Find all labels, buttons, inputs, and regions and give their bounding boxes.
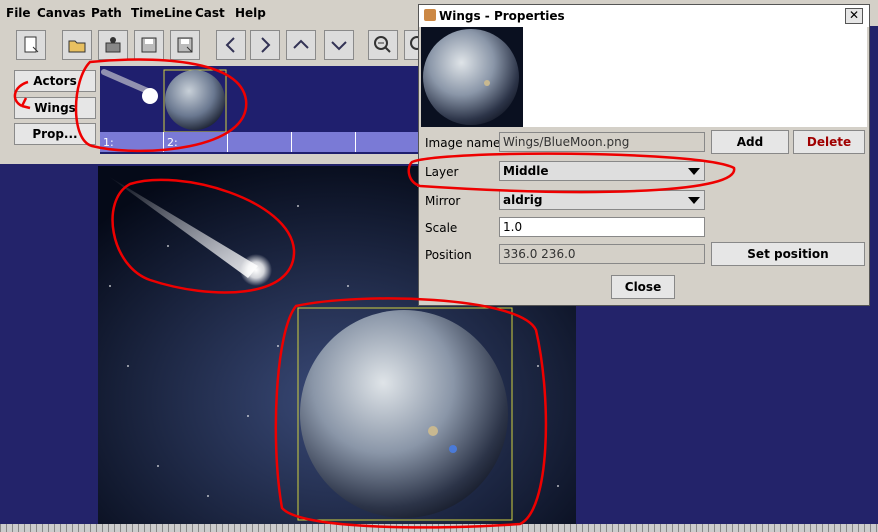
mirror-value: aldrig bbox=[503, 193, 543, 207]
close-button[interactable]: Close bbox=[611, 275, 675, 299]
scale-label: Scale bbox=[425, 221, 458, 235]
chevron-down-icon bbox=[688, 168, 700, 175]
new-icon[interactable] bbox=[16, 30, 46, 60]
chevron-down-icon bbox=[688, 197, 700, 204]
menu-timeline[interactable]: TimeLine bbox=[131, 6, 192, 20]
prop-button[interactable]: Prop... bbox=[14, 123, 96, 145]
add-button[interactable]: Add bbox=[711, 130, 789, 154]
properties-dialog: Wings - Properties ✕ Image name Wings/Bl… bbox=[418, 4, 870, 306]
save-as-icon[interactable] bbox=[170, 30, 200, 60]
zoom-out-icon[interactable] bbox=[368, 30, 398, 60]
close-icon[interactable]: ✕ bbox=[845, 8, 863, 24]
menu-file[interactable]: File bbox=[6, 6, 31, 20]
java-icon bbox=[424, 9, 436, 21]
scale-input[interactable]: 1.0 bbox=[499, 217, 705, 237]
set-position-button[interactable]: Set position bbox=[711, 242, 865, 266]
toolbar bbox=[0, 26, 421, 64]
mirror-select[interactable]: aldrig bbox=[499, 190, 705, 210]
image-preview bbox=[421, 27, 867, 127]
timeline-frame[interactable] bbox=[356, 132, 420, 152]
frame-thumbnails[interactable] bbox=[100, 66, 420, 133]
dialog-title: Wings - Properties bbox=[439, 9, 565, 23]
menu-canvas[interactable]: Canvas bbox=[37, 6, 86, 20]
delete-button[interactable]: Delete bbox=[793, 130, 865, 154]
actors-button[interactable]: Actors bbox=[14, 70, 96, 92]
up-icon[interactable] bbox=[286, 30, 316, 60]
position-label: Position bbox=[425, 248, 472, 262]
open-icon[interactable] bbox=[62, 30, 92, 60]
save-icon[interactable] bbox=[134, 30, 164, 60]
bottom-ruler bbox=[0, 524, 878, 532]
layer-value: Middle bbox=[503, 164, 549, 178]
dialog-titlebar[interactable]: Wings - Properties ✕ bbox=[419, 5, 869, 27]
back-icon[interactable] bbox=[216, 30, 246, 60]
image-name-field[interactable]: Wings/BlueMoon.png bbox=[499, 132, 705, 152]
timeline-frame-2[interactable]: 2: bbox=[164, 132, 228, 152]
layer-label: Layer bbox=[425, 165, 459, 179]
forward-icon[interactable] bbox=[250, 30, 280, 60]
timeline-frame-1[interactable]: 1: bbox=[100, 132, 164, 152]
menu-help[interactable]: Help bbox=[235, 6, 266, 20]
down-icon[interactable] bbox=[324, 30, 354, 60]
import-icon[interactable] bbox=[98, 30, 128, 60]
timeline: 1: 2: bbox=[100, 132, 420, 152]
position-field: 336.0 236.0 bbox=[499, 244, 705, 264]
menu-cast[interactable]: Cast bbox=[195, 6, 225, 20]
timeline-frame[interactable] bbox=[292, 132, 356, 152]
layer-select[interactable]: Middle bbox=[499, 161, 705, 181]
mirror-label: Mirror bbox=[425, 194, 461, 208]
wings-button[interactable]: Wings bbox=[14, 97, 96, 119]
menu-path[interactable]: Path bbox=[91, 6, 122, 20]
image-name-label: Image name bbox=[425, 136, 501, 150]
timeline-frame[interactable] bbox=[228, 132, 292, 152]
